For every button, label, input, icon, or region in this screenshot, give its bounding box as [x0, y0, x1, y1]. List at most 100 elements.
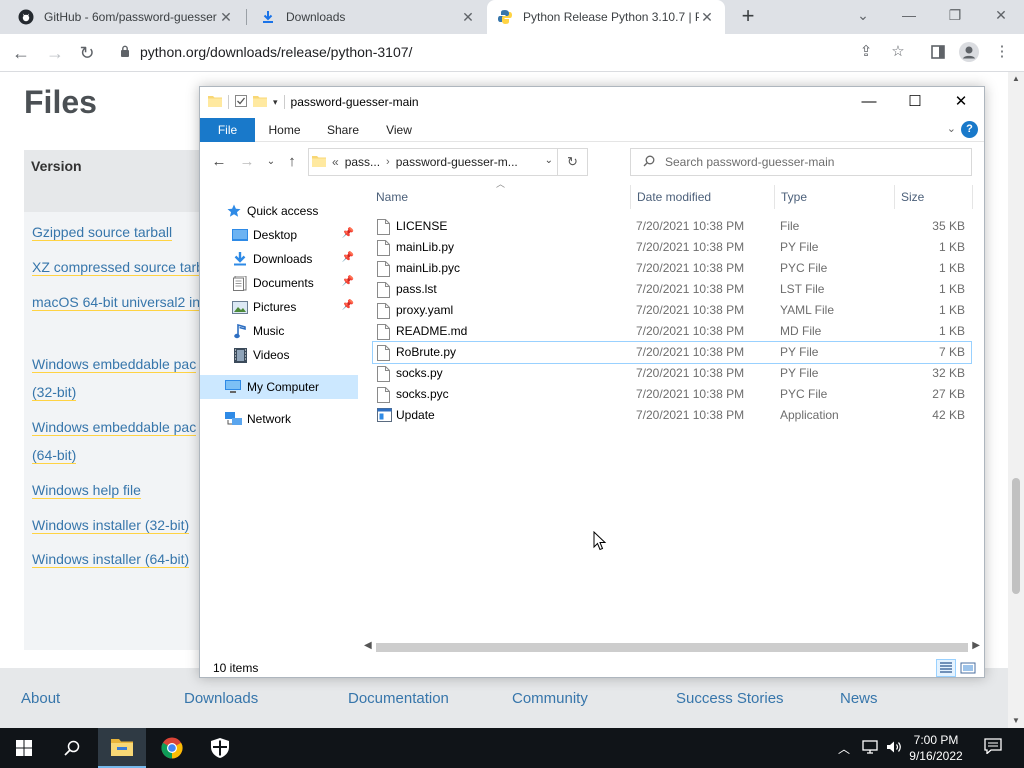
- pin-icon[interactable]: 📌: [342, 252, 354, 263]
- pin-icon[interactable]: 📌: [342, 228, 354, 239]
- column-divider[interactable]: [972, 185, 973, 209]
- file-row[interactable]: proxy.yaml 7/20/2021 10:38 PM YAML File …: [373, 300, 971, 321]
- scroll-up-icon[interactable]: ▲: [1008, 72, 1024, 86]
- link-windows-embeddable-32-cont[interactable]: (32-bit): [32, 378, 77, 406]
- column-header-type[interactable]: Type: [781, 185, 807, 209]
- nav-item-downloads[interactable]: Downloads 📌: [200, 247, 358, 271]
- column-divider[interactable]: [630, 185, 631, 209]
- nav-item-network[interactable]: Network: [200, 407, 358, 431]
- link-windows-embeddable-64[interactable]: Windows embeddable pac: [32, 413, 197, 441]
- tab-search-chevron-icon[interactable]: ⌄: [840, 0, 886, 30]
- taskbar-file-explorer[interactable]: [98, 728, 146, 768]
- explorer-address-bar[interactable]: « pass... › password-guesser-m... ⌄ ↻: [308, 148, 588, 176]
- tab-python-release[interactable]: Python Release Python 3.10.7 | Py ✕: [487, 0, 725, 34]
- scrollbar-thumb[interactable]: [1012, 478, 1020, 594]
- up-one-level-icon[interactable]: ↑: [281, 151, 303, 173]
- explorer-minimize-icon[interactable]: —: [846, 87, 892, 117]
- explorer-close-icon[interactable]: ✕: [938, 87, 984, 117]
- minimize-icon[interactable]: —: [886, 0, 932, 30]
- pin-icon[interactable]: 📌: [342, 276, 354, 287]
- address-dropdown-icon[interactable]: ⌄: [545, 155, 553, 166]
- column-divider[interactable]: [894, 185, 895, 209]
- link-xz-tarball[interactable]: XZ compressed source tarb: [32, 253, 204, 281]
- close-window-icon[interactable]: ✕: [978, 0, 1024, 30]
- nav-item-desktop[interactable]: Desktop 📌: [200, 223, 358, 247]
- column-header-date-modified[interactable]: Date modified: [637, 185, 711, 209]
- pin-icon[interactable]: 📌: [342, 300, 354, 311]
- footer-link-community[interactable]: Community: [512, 690, 588, 707]
- ribbon-tab-share[interactable]: Share: [320, 118, 366, 142]
- share-icon[interactable]: ⇪: [854, 40, 878, 64]
- customize-dropdown-icon[interactable]: ▾: [273, 97, 278, 108]
- link-windows-help-file[interactable]: Windows help file: [32, 476, 141, 504]
- nav-item-my-computer[interactable]: My Computer: [200, 375, 358, 399]
- column-divider[interactable]: [774, 185, 775, 209]
- scroll-down-icon[interactable]: ▼: [1008, 714, 1024, 728]
- footer-link-success-stories[interactable]: Success Stories: [676, 690, 784, 707]
- footer-link-about[interactable]: About: [21, 690, 60, 707]
- column-header-size[interactable]: Size: [901, 185, 924, 209]
- help-icon[interactable]: ?: [961, 121, 978, 138]
- large-icons-view-icon[interactable]: [958, 659, 978, 677]
- scroll-left-icon[interactable]: ◀: [364, 640, 372, 651]
- address-bar[interactable]: python.org/downloads/release/python-3107…: [108, 38, 844, 66]
- side-panel-icon[interactable]: [926, 40, 950, 64]
- lock-icon[interactable]: [120, 45, 130, 60]
- file-row[interactable]: mainLib.pyc 7/20/2021 10:38 PM PYC File …: [373, 258, 971, 279]
- file-row[interactable]: Update 7/20/2021 10:38 PM Application 42…: [373, 405, 971, 426]
- reload-icon[interactable]: ↻: [74, 40, 100, 66]
- link-gzipped-tarball[interactable]: Gzipped source tarball: [32, 218, 173, 246]
- new-folder-icon[interactable]: [253, 95, 267, 110]
- explorer-back-icon[interactable]: ←: [208, 151, 230, 173]
- forward-icon[interactable]: →: [42, 40, 68, 66]
- nav-item-videos[interactable]: Videos: [200, 343, 358, 367]
- path-chevron-icon[interactable]: ›: [386, 156, 390, 168]
- close-tab-icon[interactable]: ✕: [218, 9, 234, 26]
- notifications-icon[interactable]: [984, 738, 1002, 757]
- network-tray-icon[interactable]: [862, 740, 878, 757]
- link-windows-installer-32[interactable]: Windows installer (32-bit): [32, 511, 190, 539]
- restore-icon[interactable]: ❐: [932, 0, 978, 30]
- file-row-selected[interactable]: RoBrute.py 7/20/2021 10:38 PM PY File 7 …: [372, 341, 972, 364]
- explorer-maximize-icon[interactable]: ☐: [892, 87, 938, 117]
- link-windows-embeddable-64-cont[interactable]: (64-bit): [32, 441, 77, 469]
- explorer-forward-icon[interactable]: →: [236, 151, 258, 173]
- back-icon[interactable]: ←: [8, 40, 34, 66]
- link-windows-embeddable-32[interactable]: Windows embeddable pac: [32, 350, 197, 378]
- file-row[interactable]: socks.py 7/20/2021 10:38 PM PY File 32 K…: [373, 363, 971, 384]
- recent-locations-chevron-icon[interactable]: ⌄: [260, 151, 282, 173]
- footer-link-downloads[interactable]: Downloads: [184, 690, 258, 707]
- file-row[interactable]: socks.pyc 7/20/2021 10:38 PM PYC File 27…: [373, 384, 971, 405]
- new-tab-button[interactable]: +: [736, 5, 760, 29]
- scroll-right-icon[interactable]: ▶: [972, 640, 980, 651]
- tab-downloads[interactable]: Downloads ✕: [250, 0, 486, 34]
- column-header-name[interactable]: Name: [376, 185, 408, 209]
- taskbar-security[interactable]: [196, 728, 244, 768]
- path-segment[interactable]: password-guesser-m...: [396, 155, 518, 169]
- taskbar-chrome[interactable]: [148, 728, 196, 768]
- tab-github[interactable]: GitHub - 6om/password-guesser ✕: [8, 0, 244, 34]
- profile-avatar-icon[interactable]: [957, 40, 981, 64]
- nav-item-quick-access[interactable]: Quick access: [200, 199, 358, 223]
- show-hidden-icons-chevron-icon[interactable]: ︿: [838, 740, 850, 757]
- taskbar-search-button[interactable]: [48, 728, 96, 768]
- nav-item-music[interactable]: Music: [200, 319, 358, 343]
- ribbon-tab-home[interactable]: Home: [262, 118, 307, 142]
- ribbon-tab-file[interactable]: File: [200, 118, 255, 142]
- file-list-horizontal-scrollbar[interactable]: ◀ ▶: [360, 639, 984, 655]
- refresh-icon[interactable]: ↻: [557, 149, 587, 175]
- close-tab-icon[interactable]: ✕: [460, 9, 476, 26]
- file-row[interactable]: mainLib.py 7/20/2021 10:38 PM PY File 1 …: [373, 237, 971, 258]
- nav-item-pictures[interactable]: Pictures 📌: [200, 295, 358, 319]
- path-overflow-icon[interactable]: «: [332, 155, 339, 169]
- details-view-icon[interactable]: [936, 659, 956, 677]
- system-clock[interactable]: 7:00 PM 9/16/2022: [898, 732, 974, 764]
- link-macos-installer[interactable]: macOS 64-bit universal2 in: [32, 288, 201, 316]
- nav-item-documents[interactable]: Documents 📌: [200, 271, 358, 295]
- expand-ribbon-chevron-icon[interactable]: ⌄: [947, 122, 956, 135]
- menu-kebab-icon[interactable]: ⋮: [990, 40, 1014, 64]
- link-windows-installer-64[interactable]: Windows installer (64-bit): [32, 545, 190, 573]
- properties-checkbox-icon[interactable]: [235, 94, 247, 110]
- path-segment[interactable]: pass...: [345, 155, 380, 169]
- explorer-search-input[interactable]: Search password-guesser-main: [630, 148, 972, 176]
